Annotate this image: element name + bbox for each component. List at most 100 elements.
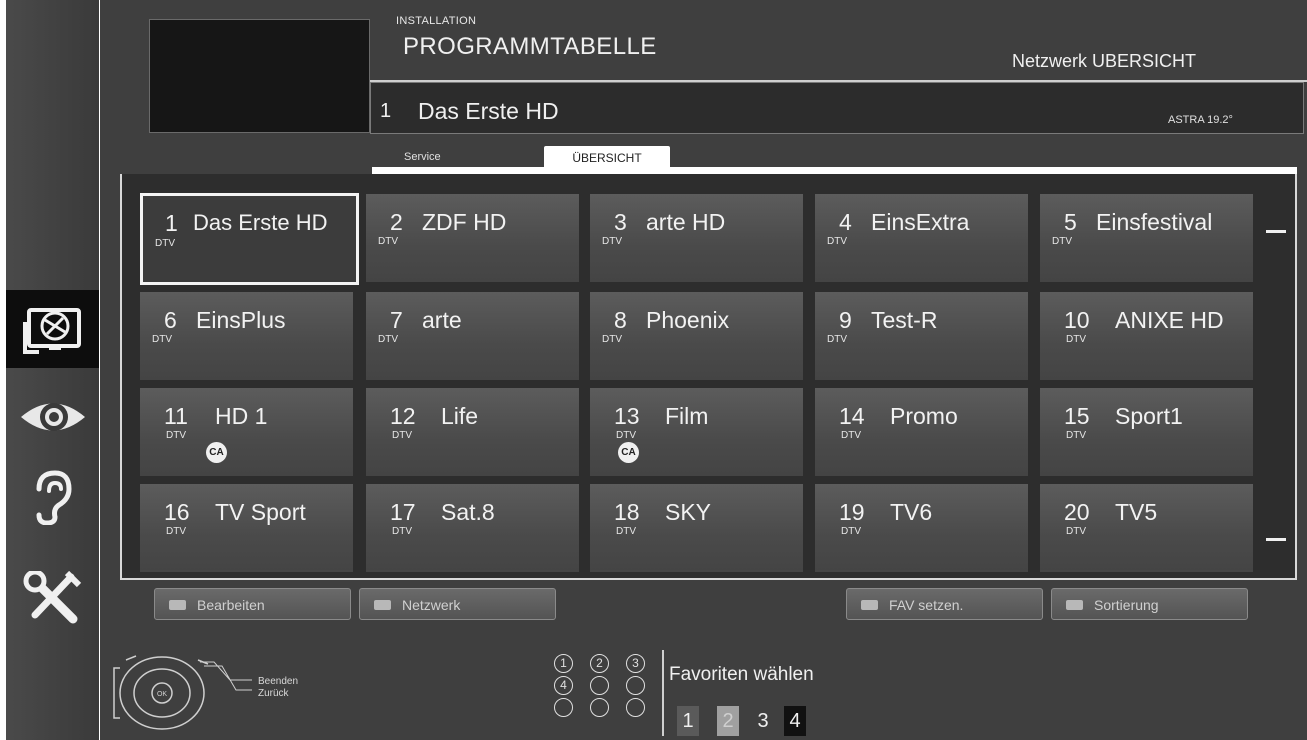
channel-cell[interactable]: 1 Das Erste HD DTV <box>140 193 359 285</box>
channel-type: DTV <box>1066 430 1086 441</box>
sidebar-item-settings[interactable] <box>6 560 99 638</box>
favorite-key <box>590 676 609 695</box>
channel-cell[interactable]: 16 TV Sport DTV <box>140 484 353 572</box>
channel-type: DTV <box>392 430 412 441</box>
channel-type: DTV <box>1052 236 1072 247</box>
channel-name: HD 1 <box>215 403 268 429</box>
channel-cell[interactable]: 17 Sat.8 DTV <box>366 484 579 572</box>
channel-name: Promo <box>890 403 958 429</box>
channel-number: 20 <box>1064 499 1090 525</box>
channel-cell[interactable]: 4 EinsExtra DTV <box>815 194 1028 282</box>
channel-type: DTV <box>166 430 186 441</box>
channel-number: 13 <box>614 403 640 429</box>
channel-cell[interactable]: 2 ZDF HD DTV <box>366 194 579 282</box>
favorite-key <box>554 698 573 717</box>
favorite-key: 3 <box>626 654 645 673</box>
favorite-key <box>626 676 645 695</box>
favorite-key <box>590 698 609 717</box>
favorites-divider <box>662 650 664 736</box>
channel-type: DTV <box>602 236 622 247</box>
favorite-list-3[interactable]: 3 <box>752 706 774 736</box>
channel-name: TV6 <box>890 499 933 525</box>
channel-cell[interactable]: 8 Phoenix DTV <box>590 292 803 380</box>
channel-name: ZDF HD <box>422 209 507 235</box>
tab-overview[interactable]: ÜBERSICHT <box>544 146 670 168</box>
tools-icon <box>23 571 81 624</box>
channel-name: Test-R <box>871 307 938 333</box>
channel-cell[interactable]: 6 EinsPlus DTV <box>140 292 353 380</box>
channel-cell[interactable]: 18 SKY DTV <box>590 484 803 572</box>
channel-number: 12 <box>390 403 416 429</box>
channel-name: TV5 <box>1115 499 1158 525</box>
blue-key-icon <box>1066 600 1083 610</box>
selected-channel-number: 1 <box>380 100 392 122</box>
channel-number: 9 <box>839 307 852 333</box>
channel-type: DTV <box>602 334 622 345</box>
channel-type: DTV <box>841 526 861 537</box>
hint-back-label: Zurück <box>258 688 289 699</box>
channel-cell[interactable]: 15 Sport1 DTV <box>1040 388 1253 476</box>
selected-channel-satellite: ASTRA 19.2° <box>1168 114 1233 126</box>
fav-set-button[interactable]: FAV setzen. <box>846 588 1043 620</box>
favorite-key: 1 <box>554 654 573 673</box>
yellow-key-icon <box>861 600 878 610</box>
favorite-key: 2 <box>590 654 609 673</box>
network-button-label: Netzwerk <box>402 597 461 613</box>
sidebar <box>6 0 99 740</box>
channel-cell[interactable]: 10 ANIXE HD DTV <box>1040 292 1253 380</box>
scroll-up-indicator[interactable] <box>1266 230 1286 233</box>
channel-type: DTV <box>152 334 172 345</box>
favorites-label: Favoriten wählen <box>669 664 814 685</box>
channel-type: DTV <box>616 430 636 441</box>
channel-type: DTV <box>378 334 398 345</box>
ca-badge-icon: CA <box>206 442 227 463</box>
channel-name: Das Erste HD <box>193 210 328 235</box>
channel-cell[interactable]: 11 HD 1 DTV CA <box>140 388 353 476</box>
channel-name: Film <box>665 403 709 429</box>
channel-number: 1 <box>165 210 178 236</box>
channel-cell[interactable]: 9 Test-R DTV <box>815 292 1028 380</box>
red-key-icon <box>169 600 186 610</box>
channel-cell[interactable]: 14 Promo DTV <box>815 388 1028 476</box>
sidebar-item-sound[interactable] <box>6 458 99 536</box>
channel-cell[interactable]: 20 TV5 DTV <box>1040 484 1253 572</box>
channel-name: Einsfestival <box>1096 209 1213 235</box>
channel-name: arte HD <box>646 209 726 235</box>
channel-cell[interactable]: 13 Film DTV CA <box>590 388 803 476</box>
scroll-down-indicator[interactable] <box>1266 538 1286 541</box>
channel-number: 8 <box>614 307 627 333</box>
sidebar-item-picture[interactable] <box>6 378 99 456</box>
edit-button[interactable]: Bearbeiten <box>154 588 351 620</box>
network-button[interactable]: Netzwerk <box>359 588 556 620</box>
channel-type: DTV <box>616 526 636 537</box>
sidebar-item-installation[interactable] <box>6 290 99 368</box>
channel-number: 7 <box>390 307 403 333</box>
channel-number: 16 <box>164 499 190 525</box>
channel-type: DTV <box>841 430 861 441</box>
hint-end-label: Beenden <box>258 676 299 687</box>
page-title: PROGRAMMTABELLE <box>403 33 657 60</box>
channel-name: arte <box>422 307 462 333</box>
channel-name: EinsExtra <box>871 209 970 235</box>
channel-type: DTV <box>827 236 847 247</box>
favorite-list-4[interactable]: 4 <box>784 706 806 736</box>
channel-number: 17 <box>390 499 416 525</box>
channel-number: 3 <box>614 209 627 235</box>
channel-number: 11 <box>164 403 188 429</box>
channel-name: Phoenix <box>646 307 730 333</box>
channel-cell[interactable]: 19 TV6 DTV <box>815 484 1028 572</box>
favorite-list-2[interactable]: 2 <box>717 706 739 736</box>
favorite-list-1[interactable]: 1 <box>677 706 699 736</box>
tab-service[interactable]: Service <box>404 151 441 163</box>
sort-button[interactable]: Sortierung <box>1051 588 1248 620</box>
selected-channel-name: Das Erste HD <box>418 98 559 124</box>
channel-cell[interactable]: 5 Einsfestival DTV <box>1040 194 1253 282</box>
channel-cell[interactable]: 7 arte DTV <box>366 292 579 380</box>
network-overview-label: Netzwerk UBERSICHT <box>1012 51 1197 71</box>
satellite-dish-icon <box>22 308 81 354</box>
edit-button-label: Bearbeiten <box>197 597 265 613</box>
channel-number: 10 <box>1064 307 1090 333</box>
channel-name: Sport1 <box>1115 403 1183 429</box>
channel-cell[interactable]: 12 Life DTV <box>366 388 579 476</box>
channel-cell[interactable]: 3 arte HD DTV <box>590 194 803 282</box>
